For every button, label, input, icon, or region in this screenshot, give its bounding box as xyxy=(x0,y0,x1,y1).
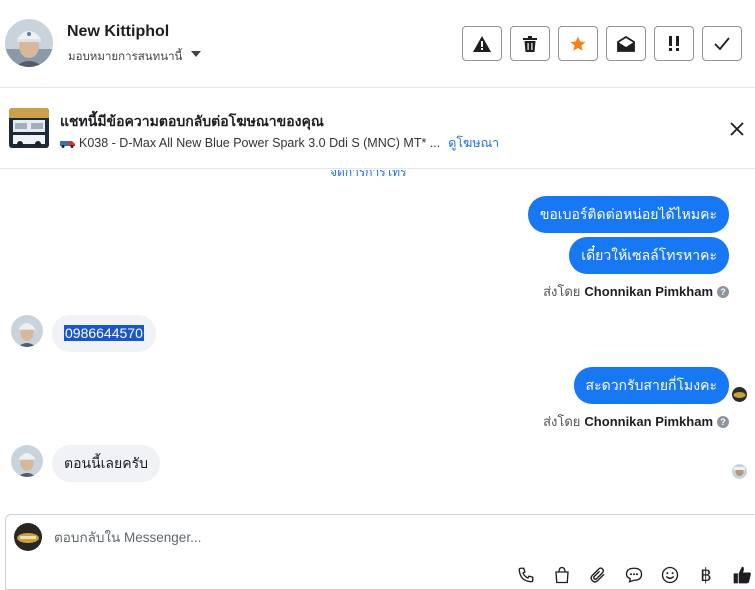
incoming-message[interactable]: 0986644570 xyxy=(52,315,156,352)
sent-by-name[interactable]: Chonnikan Pimkham xyxy=(584,284,713,299)
contact-name: New Kittiphol xyxy=(67,23,170,40)
sent-by-label: ส่งโดย Chonnikan Pimkham ? xyxy=(543,281,729,302)
sent-by-label: ส่งโดย Chonnikan Pimkham ? xyxy=(543,411,729,432)
thumbs-up-icon xyxy=(733,566,751,584)
mark-unread-button[interactable] xyxy=(606,26,646,61)
trash-icon xyxy=(523,35,537,52)
contact-avatar[interactable] xyxy=(5,19,53,67)
view-ad-link[interactable]: ดูโฆษณา xyxy=(448,133,499,153)
like-button[interactable] xyxy=(730,563,754,587)
smiley-icon xyxy=(661,566,679,584)
payment-button[interactable]: ฿ xyxy=(694,563,718,587)
baht-icon: ฿ xyxy=(700,564,712,585)
paperclip-icon xyxy=(590,567,605,583)
composer-actions: ฿ xyxy=(514,563,754,587)
saved-replies-button[interactable] xyxy=(622,563,646,587)
outgoing-message[interactable]: สะดวกรับสายกี่โมงคะ xyxy=(573,367,729,404)
sent-by-prefix: ส่งโดย xyxy=(543,284,581,299)
ad-thumbnail[interactable] xyxy=(9,108,49,148)
close-icon[interactable] xyxy=(728,120,746,138)
emoji-button[interactable] xyxy=(658,563,682,587)
truncated-link-text[interactable]: จัดการการโทร xyxy=(330,170,407,182)
messenger-conversation: New Kittiphol มอบหมายการสนทนานี้ แชทนี้ม… xyxy=(0,0,755,590)
chat-bubble-icon xyxy=(625,567,643,583)
pickup-truck-icon xyxy=(60,141,75,148)
shopping-bag-icon xyxy=(555,566,569,584)
message-thread[interactable]: จัดการการโทร ขอเบอร์ติดต่อหน่อยได้ไหมคะ … xyxy=(0,170,755,513)
phone-icon xyxy=(518,567,534,583)
report-spam-button[interactable] xyxy=(462,26,502,61)
ad-product-line: K038 - D-Max All New Blue Power Spark 3.… xyxy=(60,133,499,153)
ad-product-name: K038 - D-Max All New Blue Power Spark 3.… xyxy=(79,136,441,150)
follow-up-icon xyxy=(665,35,679,52)
star-icon xyxy=(570,36,586,51)
shop-button[interactable] xyxy=(550,563,574,587)
delete-button[interactable] xyxy=(510,26,550,61)
conversation-header: New Kittiphol มอบหมายการสนทนานี้ xyxy=(0,0,755,88)
conversation-toolbar xyxy=(462,26,742,61)
page-avatar xyxy=(14,523,42,551)
help-icon[interactable]: ? xyxy=(717,415,729,428)
ad-reply-banner: แชทนี้มีข้อความตอบกลับต่อโฆษณาของคุณ K03… xyxy=(0,89,755,169)
follow-up-button[interactable] xyxy=(654,26,694,61)
incoming-message[interactable]: ตอนนี้เลยครับ xyxy=(52,445,160,482)
phone-number-text[interactable]: 0986644570 xyxy=(64,325,144,341)
reply-composer: ฿ xyxy=(5,514,755,590)
mark-done-button[interactable] xyxy=(702,26,742,61)
sent-by-prefix: ส่งโดย xyxy=(543,414,581,429)
sent-by-name[interactable]: Chonnikan Pimkham xyxy=(584,414,713,429)
reply-input[interactable] xyxy=(54,530,654,545)
seen-by-avatar xyxy=(732,387,747,402)
contact-avatar-small[interactable] xyxy=(11,445,43,477)
call-button[interactable] xyxy=(514,563,538,587)
help-icon[interactable]: ? xyxy=(717,285,729,298)
attach-button[interactable] xyxy=(586,563,610,587)
assign-conversation-dropdown[interactable]: มอบหมายการสนทนานี้ xyxy=(68,48,202,66)
star-button[interactable] xyxy=(558,26,598,61)
seen-by-avatar xyxy=(732,464,747,479)
warning-icon xyxy=(473,35,491,52)
assign-label: มอบหมายการสนทนานี้ xyxy=(68,51,183,63)
outgoing-message[interactable]: เดี๋ยวให้เซลล์โทรหาคะ xyxy=(569,237,729,274)
caret-down-icon xyxy=(191,51,202,57)
outgoing-message[interactable]: ขอเบอร์ติดต่อหน่อยได้ไหมคะ xyxy=(527,196,729,233)
contact-avatar-small[interactable] xyxy=(11,315,43,347)
done-check-icon xyxy=(714,36,730,50)
ad-banner-title: แชทนี้มีข้อความตอบกลับต่อโฆษณาของคุณ xyxy=(60,113,324,129)
mark-unread-icon xyxy=(617,35,635,52)
